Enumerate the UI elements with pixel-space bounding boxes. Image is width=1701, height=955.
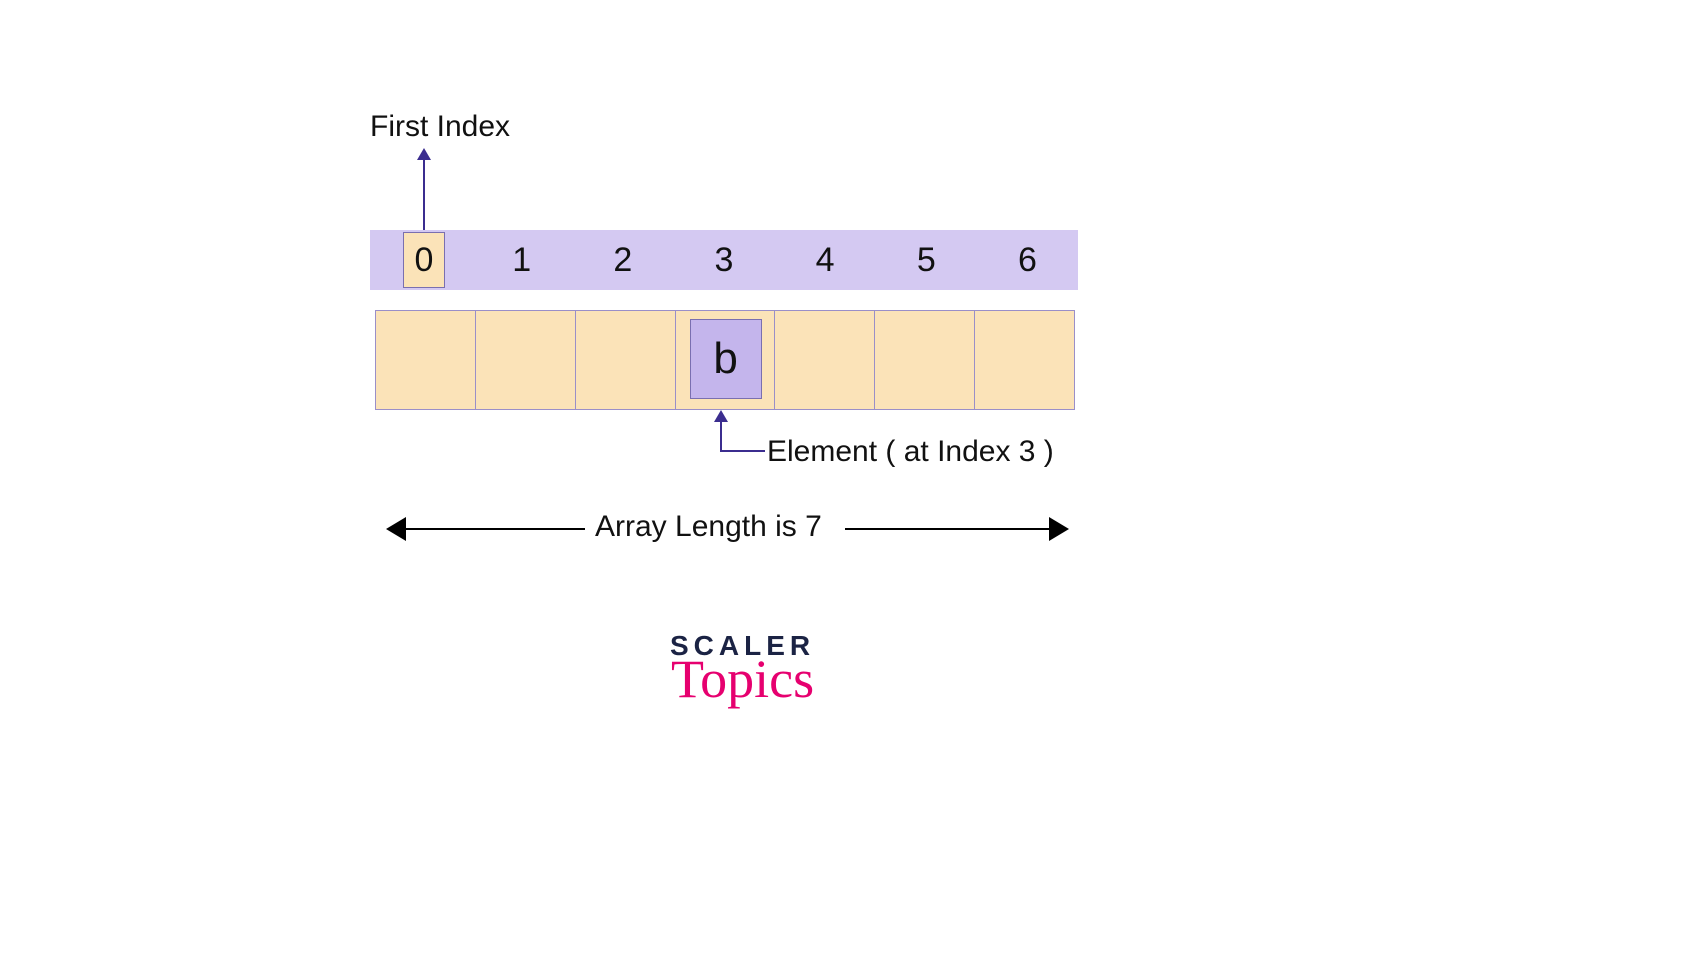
- index-cell-4: 4: [775, 241, 876, 280]
- first-index-arrow: [423, 150, 425, 232]
- logo-line-2: Topics: [670, 648, 815, 710]
- index-cell-3: 3: [673, 241, 774, 280]
- scaler-topics-logo: SCALER Topics: [670, 630, 815, 710]
- array-cell-0: [376, 311, 476, 409]
- element-box: b: [690, 319, 762, 399]
- index-0-highlight: 0: [403, 232, 445, 288]
- length-label: Array Length is 7: [595, 510, 822, 544]
- array-row: b: [375, 310, 1075, 410]
- element-arrow-vertical: [720, 412, 722, 452]
- length-arrow-right: [845, 528, 1065, 530]
- array-cell-2: [576, 311, 676, 409]
- index-cell-2: 2: [572, 241, 673, 280]
- index-cell-1: 1: [471, 241, 572, 280]
- element-arrow-horizontal: [720, 450, 765, 452]
- length-arrow-left: [390, 528, 585, 530]
- array-diagram: First Index 0 1 2 3 4 5 6 b Element ( at…: [370, 100, 1330, 850]
- array-cell-3: b: [676, 311, 776, 409]
- element-label: Element ( at Index 3 ): [767, 435, 1054, 469]
- index-row: 0 1 2 3 4 5 6: [370, 230, 1078, 290]
- array-cell-5: [875, 311, 975, 409]
- array-cell-6: [975, 311, 1074, 409]
- first-index-label: First Index: [370, 110, 510, 144]
- index-cell-6: 6: [977, 241, 1078, 280]
- array-cell-4: [775, 311, 875, 409]
- index-cell-5: 5: [876, 241, 977, 280]
- array-cell-1: [476, 311, 576, 409]
